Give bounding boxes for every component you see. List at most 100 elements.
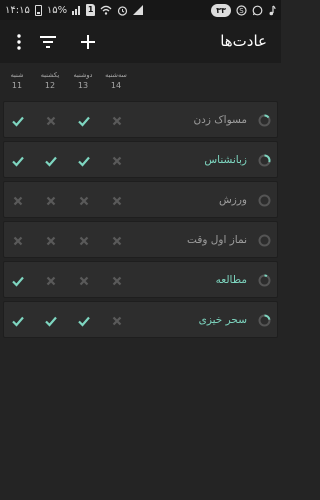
cross-icon [46,276,56,285]
day-date: 12 [44,81,56,90]
habit-uncheck-cell[interactable] [36,222,66,259]
habit-progress-ring-icon [258,314,271,327]
check-icon [78,156,90,167]
habit-uncheck-cell[interactable] [102,302,132,339]
signal-icon [133,5,144,15]
cross-icon [79,236,89,245]
habit-check-cell[interactable] [36,302,66,339]
habit-row[interactable]: مطالعه [3,261,278,298]
habit-name: زبانشناس [204,154,247,166]
notification-bars-icon [72,5,81,15]
cross-icon [112,276,122,285]
habit-check-cell[interactable] [3,302,33,339]
habit-uncheck-cell[interactable] [36,182,66,219]
filter-icon [40,35,56,48]
habit-row[interactable]: ورزش [3,181,278,218]
cross-icon [112,236,122,245]
alarm-icon [117,5,128,16]
habit-name: مطالعه [215,274,247,286]
check-icon [78,116,90,127]
habit-uncheck-cell[interactable] [69,262,99,299]
skype-icon: S [236,4,247,16]
habit-check-cell[interactable] [36,142,66,179]
whatsapp-icon [252,5,263,16]
day-date: 11 [11,81,23,90]
day-date: 14 [110,81,122,90]
day-name: سه‌شنبه [105,71,127,79]
day-column-header: سه‌شنبه 14 دوشنبه 13 یکشنبه 12 شنبه 11 [0,63,281,97]
check-icon [45,156,57,167]
cross-icon [79,196,89,205]
day-name: یکشنبه [40,71,60,79]
add-icon [81,34,95,49]
svg-text:S: S [239,7,244,15]
check-icon [12,276,24,287]
habit-progress-ring-icon [258,194,271,207]
habit-uncheck-cell[interactable] [102,102,132,139]
habit-uncheck-cell[interactable] [3,182,33,219]
habit-check-cell[interactable] [69,302,99,339]
habit-name: سحر خیزی [198,314,247,326]
day-header: دوشنبه 13 [68,71,98,92]
status-bar-right: ۳۳ S [211,3,276,17]
habit-uncheck-cell[interactable] [102,222,132,259]
clock: ۱۴:۱۵ [5,4,30,16]
cross-icon [13,236,23,245]
habit-row[interactable]: سحر خیزی [3,301,278,338]
habit-check-cell[interactable] [69,102,99,139]
habit-name: ورزش [218,194,247,206]
app-bar: عادت‌ها [0,20,281,63]
habit-uncheck-cell[interactable] [102,142,132,179]
habit-row[interactable]: زبانشناس [3,141,278,178]
filter-button[interactable] [33,20,63,63]
check-icon [78,316,90,327]
habit-row[interactable]: نماز اول وقت [3,221,278,258]
overflow-menu-button[interactable] [4,20,34,63]
cross-icon [46,236,56,245]
cross-icon [112,156,122,165]
battery-icon [34,4,42,16]
habit-name: مسواک زدن [193,114,247,126]
habit-row[interactable]: مسواک زدن [3,101,278,138]
habit-check-cell[interactable] [3,262,33,299]
check-icon [12,116,24,127]
day-name: دوشنبه [73,71,93,79]
status-bar: ۱۴:۱۵ ۱۵% 1 ۳۳ S [0,0,281,20]
habit-uncheck-cell[interactable] [69,222,99,259]
wifi-icon [100,5,112,15]
battery-percent: ۱۵% [46,4,68,16]
day-name: شنبه [10,71,24,79]
day-date: 13 [77,81,89,90]
sim-icon: 1 [86,4,96,16]
cross-icon [112,196,122,205]
add-habit-button[interactable] [73,20,103,63]
habit-uncheck-cell[interactable] [102,262,132,299]
check-icon [45,316,57,327]
habit-progress-ring-icon [258,154,271,167]
cross-icon [13,196,23,205]
habit-check-cell[interactable] [3,142,33,179]
habit-uncheck-cell[interactable] [36,102,66,139]
habit-progress-ring-icon [258,274,271,287]
cross-icon [46,196,56,205]
habit-uncheck-cell[interactable] [69,182,99,219]
day-header: شنبه 11 [2,71,32,92]
habit-check-cell[interactable] [69,142,99,179]
habit-uncheck-cell[interactable] [36,262,66,299]
habit-uncheck-cell[interactable] [102,182,132,219]
habit-progress-ring-icon [258,114,271,127]
habit-check-cell[interactable] [3,102,33,139]
day-header: سه‌شنبه 14 [101,71,131,92]
check-icon [12,156,24,167]
cross-icon [46,116,56,125]
page-title: عادت‌ها [220,32,267,50]
habit-uncheck-cell[interactable] [3,222,33,259]
status-bar-left: ۱۴:۱۵ ۱۵% 1 [5,4,144,16]
more-vert-icon [17,33,21,50]
day-header: یکشنبه 12 [35,71,65,92]
habit-progress-ring-icon [258,234,271,247]
music-note-icon [268,5,276,16]
cross-icon [112,116,122,125]
check-icon [12,316,24,327]
cross-icon [112,316,122,325]
